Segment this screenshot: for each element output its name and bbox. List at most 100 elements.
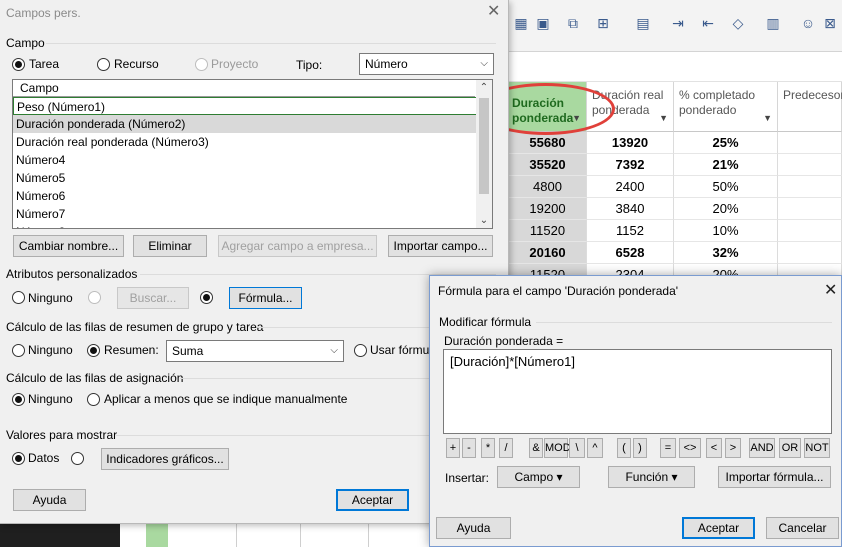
radio-attr-formula[interactable] — [200, 291, 213, 304]
indent-icon[interactable]: ⇥ — [669, 14, 687, 32]
more-icon[interactable]: ⊠ — [821, 14, 839, 32]
grid-cell[interactable]: 6528 — [587, 242, 674, 264]
operator-button[interactable]: = — [660, 438, 676, 458]
grid-cell[interactable]: 35520 — [509, 154, 587, 176]
outdent-icon[interactable]: ⇤ — [699, 14, 717, 32]
operator-button[interactable]: ^ — [587, 438, 603, 458]
rename-button[interactable]: Cambiar nombre... — [13, 235, 124, 257]
grid-cell[interactable]: 32% — [674, 242, 778, 264]
grid-cell[interactable]: 4800 — [509, 176, 587, 198]
grid-cell-empty[interactable] — [778, 220, 842, 242]
operator-button[interactable]: OR — [779, 438, 801, 458]
list-item[interactable]: Duración ponderada (Número2) — [13, 115, 477, 133]
operator-button[interactable]: - — [462, 438, 476, 458]
ok-button[interactable]: Aceptar — [336, 489, 409, 511]
insert-function-button[interactable]: Función ▾ — [608, 466, 695, 488]
scroll-down-icon[interactable]: ⌄ — [476, 213, 492, 228]
radio-proyecto[interactable] — [195, 58, 208, 71]
operator-button[interactable]: ) — [633, 438, 647, 458]
radio-calc-formula[interactable] — [354, 344, 367, 357]
grid-cell[interactable]: 13920 — [587, 132, 674, 154]
tag-icon[interactable]: ◇ — [729, 14, 747, 32]
help-button[interactable]: Ayuda — [13, 489, 86, 511]
operator-button[interactable]: / — [499, 438, 513, 458]
sort-arrow-icon[interactable]: ▼ — [763, 111, 772, 126]
formula-ok-button[interactable]: Aceptar — [682, 517, 755, 539]
operator-button[interactable]: \ — [569, 438, 585, 458]
grid-cell[interactable]: 55680 — [509, 132, 587, 154]
gantt-icon[interactable]: ▦ — [512, 14, 530, 32]
operator-button[interactable]: < — [706, 438, 722, 458]
list-item[interactable]: Número6 — [13, 187, 477, 205]
radio-assign-none[interactable] — [12, 393, 25, 406]
delete-button[interactable]: Eliminar — [133, 235, 207, 257]
grid-cell[interactable]: 21% — [674, 154, 778, 176]
list-item[interactable]: Duración real ponderada (Número3) — [13, 133, 477, 151]
radio-tarea[interactable] — [12, 58, 25, 71]
radio-calc-rollup[interactable] — [87, 344, 100, 357]
list-item[interactable]: Peso (Número1) — [13, 97, 477, 115]
grid-cell[interactable]: 50% — [674, 176, 778, 198]
scroll-up-icon[interactable]: ⌃ — [476, 80, 492, 96]
operator-button[interactable]: NOT — [804, 438, 830, 458]
field-list[interactable]: Campo Peso (Número1) Duración ponderada (… — [12, 79, 493, 229]
copy-icon[interactable]: ⧉ — [564, 14, 582, 32]
rollup-select[interactable]: Suma ⌵ — [166, 340, 344, 362]
close-icon[interactable]: ✕ — [487, 4, 500, 20]
operator-button[interactable]: * — [481, 438, 495, 458]
grid-cell-empty[interactable] — [778, 154, 842, 176]
radio-assign-rollup[interactable] — [87, 393, 100, 406]
sort-arrow-icon[interactable]: ▼ — [659, 111, 668, 126]
add-enterprise-button[interactable]: Agregar campo a empresa... — [218, 235, 377, 257]
radio-calc-none[interactable] — [12, 344, 25, 357]
list-item[interactable]: Número5 — [13, 169, 477, 187]
grid-cell[interactable]: 20160 — [509, 242, 587, 264]
group-icon[interactable]: ⊞ — [594, 14, 612, 32]
formula-textbox[interactable]: [Duración]*[Número1] — [443, 349, 832, 434]
calendar-icon[interactable]: ▣ — [534, 14, 552, 32]
grid-cell[interactable]: 2400 — [587, 176, 674, 198]
radio-display-graphical[interactable] — [71, 452, 84, 465]
operator-button[interactable]: AND — [749, 438, 775, 458]
grid-cell[interactable]: 7392 — [587, 154, 674, 176]
close-icon[interactable]: ✕ — [824, 283, 837, 299]
formula-cancel-button[interactable]: Cancelar — [766, 517, 839, 539]
grid-cell[interactable]: 19200 — [509, 198, 587, 220]
grid-cell-empty[interactable] — [778, 132, 842, 154]
radio-attr-lookup[interactable] — [88, 291, 101, 304]
operator-button[interactable]: ( — [617, 438, 631, 458]
operator-button[interactable]: MOD — [544, 438, 571, 458]
operator-button[interactable]: + — [446, 438, 460, 458]
operator-button[interactable]: > — [725, 438, 741, 458]
grid-cell[interactable]: 1152 — [587, 220, 674, 242]
grid-cell-empty[interactable] — [778, 242, 842, 264]
list-item[interactable]: Número8 — [13, 223, 477, 228]
grid-cell-empty[interactable] — [778, 198, 842, 220]
list-item[interactable]: Número4 — [13, 151, 477, 169]
operator-button[interactable]: & — [529, 438, 543, 458]
graphical-indicators-button[interactable]: Indicadores gráficos... — [101, 448, 229, 470]
formula-button[interactable]: Fórmula... — [229, 287, 302, 309]
operator-button[interactable]: <> — [679, 438, 701, 458]
import-formula-button[interactable]: Importar fórmula... — [718, 466, 831, 488]
radio-recurso[interactable] — [97, 58, 110, 71]
grid-cell-empty[interactable] — [778, 176, 842, 198]
grid-cell[interactable]: 10% — [674, 220, 778, 242]
formula-help-button[interactable]: Ayuda — [436, 517, 511, 539]
grid-cell[interactable]: 11520 — [509, 220, 587, 242]
lookup-button[interactable]: Buscar... — [117, 287, 189, 309]
radio-attr-none[interactable] — [12, 291, 25, 304]
list-item[interactable]: Número7 — [13, 205, 477, 223]
view-icon[interactable]: ▥ — [764, 14, 782, 32]
column-header[interactable]: Predecesor — [778, 82, 842, 132]
insert-field-button[interactable]: Campo ▾ — [497, 466, 580, 488]
column-header[interactable]: % completado ponderado ▼ — [674, 82, 778, 132]
grid-cell[interactable]: 25% — [674, 132, 778, 154]
table-icon[interactable]: ▤ — [634, 14, 652, 32]
user-icon[interactable]: ☺ — [799, 14, 817, 32]
tipo-select[interactable]: Número ⌵ — [359, 53, 494, 75]
list-scrollbar[interactable]: ⌃ ⌄ — [476, 80, 492, 228]
import-field-button[interactable]: Importar campo... — [388, 235, 493, 257]
scroll-thumb[interactable] — [479, 98, 489, 194]
grid-cell[interactable]: 20% — [674, 198, 778, 220]
